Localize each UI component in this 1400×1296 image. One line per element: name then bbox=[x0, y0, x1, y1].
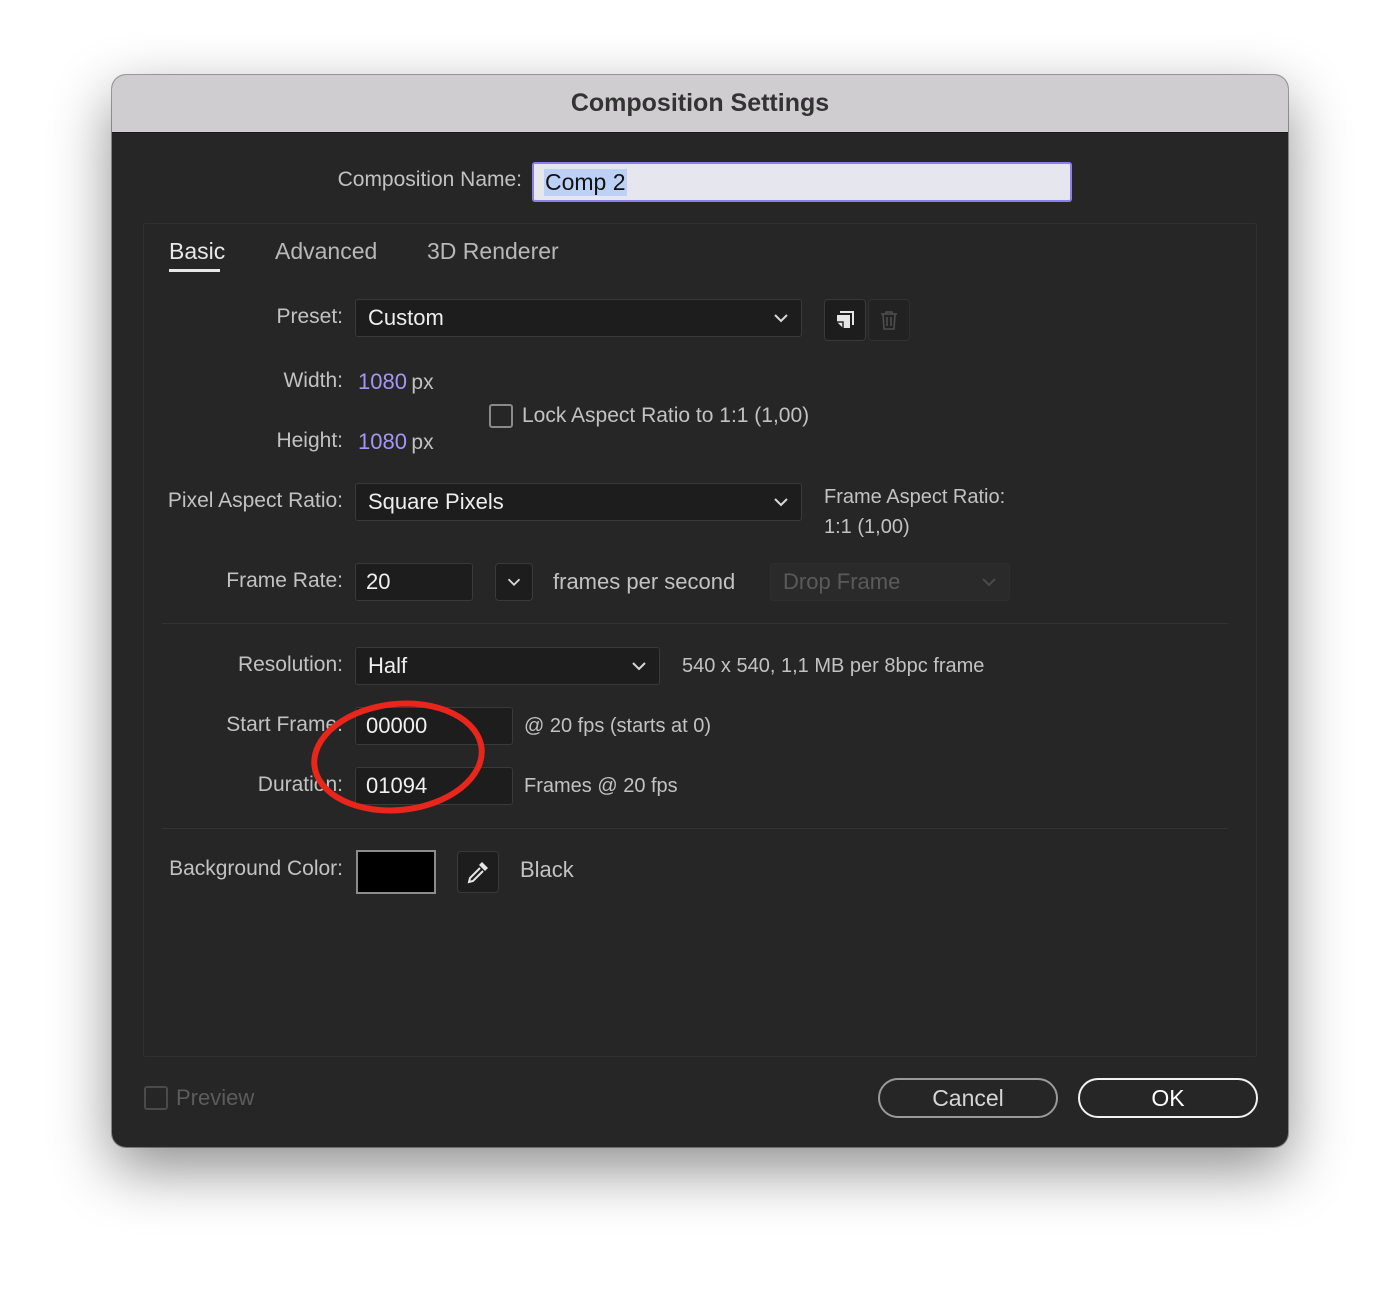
composition-name-label: Composition Name: bbox=[337, 168, 522, 191]
lock-aspect-label: Lock Aspect Ratio to 1:1 (1,00) bbox=[522, 404, 810, 427]
preset-value: Custom bbox=[368, 305, 444, 330]
chevron-down-icon bbox=[507, 578, 521, 587]
delete-preset-button[interactable] bbox=[868, 299, 910, 341]
tab-basic[interactable]: Basic bbox=[169, 238, 225, 265]
frame-rate-unit: frames per second bbox=[553, 569, 736, 594]
preset-label: Preset: bbox=[276, 305, 343, 328]
height-field[interactable]: 1080 px bbox=[358, 429, 434, 455]
chevron-down-icon bbox=[774, 314, 788, 323]
duration-input[interactable]: 01094 bbox=[355, 767, 513, 805]
frame-aspect-value: 1:1 (1,00) bbox=[824, 516, 910, 538]
composition-name-input[interactable]: Comp 2 bbox=[532, 162, 1072, 202]
title-bar: Composition Settings bbox=[112, 75, 1288, 133]
drop-frame-select[interactable]: Drop Frame bbox=[770, 563, 1010, 601]
dialog-title: Composition Settings bbox=[570, 89, 830, 117]
start-frame-info: @ 20 fps (starts at 0) bbox=[524, 715, 712, 737]
trash-icon bbox=[881, 311, 897, 330]
section-divider bbox=[162, 828, 1228, 829]
frame-aspect-label: Frame Aspect Ratio: bbox=[824, 486, 1006, 508]
preset-select[interactable]: Custom bbox=[355, 299, 802, 337]
duration-label: Duration: bbox=[257, 773, 343, 796]
duration-value: 01094 bbox=[366, 773, 428, 798]
save-preset-button[interactable] bbox=[824, 299, 866, 341]
chevron-down-icon bbox=[632, 662, 646, 671]
frame-rate-input[interactable]: 20 bbox=[355, 563, 473, 601]
composition-name-value: Comp 2 bbox=[544, 168, 627, 196]
resolution-select[interactable]: Half bbox=[355, 647, 660, 685]
start-frame-label: Start Frame: bbox=[226, 713, 343, 736]
frame-rate-label: Frame Rate: bbox=[226, 569, 343, 592]
width-value: 1080 bbox=[358, 369, 407, 394]
drop-frame-value: Drop Frame bbox=[783, 569, 901, 594]
start-frame-value: 00000 bbox=[366, 713, 428, 738]
section-divider bbox=[162, 623, 1228, 624]
pixel-aspect-value: Square Pixels bbox=[368, 489, 504, 514]
height-value: 1080 bbox=[358, 429, 407, 454]
composition-settings-dialog: Composition Settings Composition Name: C… bbox=[112, 75, 1288, 1147]
duration-info: Frames @ 20 fps bbox=[524, 775, 678, 797]
chevron-down-icon bbox=[774, 498, 788, 507]
tab-3d-renderer[interactable]: 3D Renderer bbox=[427, 238, 559, 265]
background-color-label: Background Color: bbox=[169, 857, 343, 880]
save-preset-icon bbox=[837, 311, 854, 328]
height-label: Height: bbox=[276, 429, 343, 452]
pixel-aspect-select[interactable]: Square Pixels bbox=[355, 483, 802, 521]
pixel-aspect-label: Pixel Aspect Ratio: bbox=[167, 489, 343, 512]
width-label: Width: bbox=[283, 369, 343, 392]
resolution-label: Resolution: bbox=[237, 653, 343, 676]
preview-label: Preview bbox=[176, 1085, 255, 1110]
frame-rate-value: 20 bbox=[366, 569, 391, 594]
background-color-name: Black bbox=[520, 857, 574, 882]
width-unit: px bbox=[411, 371, 434, 394]
preview-checkbox[interactable] bbox=[144, 1086, 168, 1110]
background-color-swatch[interactable] bbox=[356, 850, 436, 894]
chevron-down-icon bbox=[982, 578, 996, 587]
settings-panel bbox=[143, 223, 1257, 1057]
ok-button[interactable]: OK bbox=[1078, 1078, 1258, 1118]
resolution-value: Half bbox=[368, 653, 408, 678]
eyedropper-icon bbox=[467, 862, 488, 884]
height-unit: px bbox=[411, 431, 434, 454]
tab-advanced[interactable]: Advanced bbox=[275, 238, 377, 265]
frame-rate-dropdown-button[interactable] bbox=[495, 563, 533, 601]
start-frame-input[interactable]: 00000 bbox=[355, 707, 513, 745]
width-field[interactable]: 1080 px bbox=[358, 369, 434, 395]
lock-aspect-checkbox[interactable] bbox=[489, 404, 513, 428]
cancel-button[interactable]: Cancel bbox=[878, 1078, 1058, 1118]
resolution-info: 540 x 540, 1,1 MB per 8bpc frame bbox=[682, 655, 985, 677]
active-tab-indicator bbox=[169, 269, 220, 272]
eyedropper-button[interactable] bbox=[457, 851, 499, 893]
